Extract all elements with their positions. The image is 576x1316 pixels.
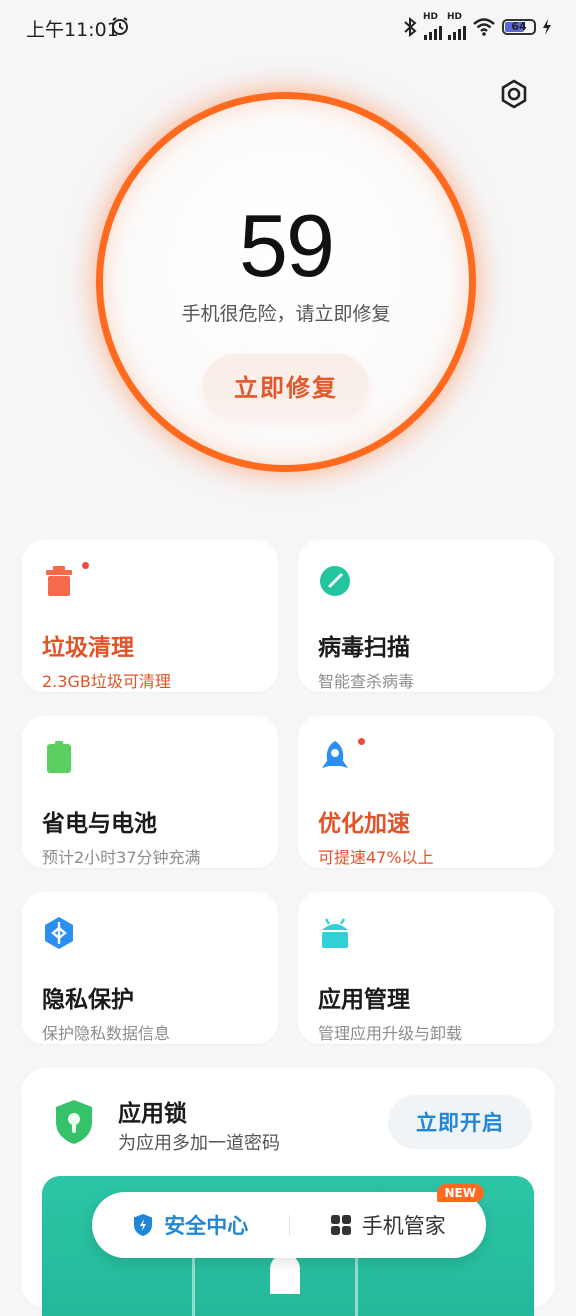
app-lock-subtitle: 为应用多加一道密码: [118, 1133, 280, 1154]
card-title: 垃圾清理: [42, 635, 134, 661]
tab-label: 安全中心: [164, 1214, 249, 1238]
score-message: 手机很危险，请立即修复: [181, 303, 391, 325]
card-subtitle: 管理应用升级与卸载: [318, 1024, 463, 1043]
card-junk-cleanup[interactable]: 垃圾清理 2.3GB垃圾可清理: [22, 540, 278, 692]
signal-2-icon: HD: [447, 12, 466, 40]
card-speed-up[interactable]: 优化加速 可提速47%以上: [298, 716, 554, 868]
alarm-icon: [112, 17, 128, 35]
card-subtitle: 保护隐私数据信息: [42, 1024, 171, 1043]
signal-1-icon: HD: [423, 12, 442, 40]
charging-bolt-icon: [543, 19, 551, 35]
battery-indicator: 64: [502, 19, 536, 35]
notification-dot: [358, 738, 365, 745]
grid-apps-icon: [330, 1215, 351, 1235]
android-icon: [322, 918, 348, 948]
card-battery[interactable]: 省电与电池 预计2小时37分钟充满: [22, 716, 278, 868]
card-title: 病毒扫描: [318, 635, 410, 661]
card-privacy[interactable]: 隐私保护 保护隐私数据信息: [22, 892, 278, 1044]
shield-bolt-icon: [134, 1214, 153, 1236]
card-app-management[interactable]: 应用管理 管理应用升级与卸载: [298, 892, 554, 1044]
security-score-ring: 59 手机很危险，请立即修复 立即修复: [96, 92, 476, 472]
card-subtitle: 智能查杀病毒: [318, 672, 415, 691]
wifi-icon: [473, 18, 495, 36]
card-title: 隐私保护: [42, 987, 134, 1013]
status-time: 上午11:01: [26, 19, 119, 41]
status-icons: HD HD 64: [402, 12, 552, 40]
tab-label: 手机管家: [361, 1214, 446, 1238]
enable-app-lock-button[interactable]: 立即开启: [388, 1095, 532, 1149]
card-subtitle: 预计2小时37分钟充满: [42, 848, 201, 867]
card-title: 优化加速: [318, 811, 410, 837]
new-badge: NEW: [436, 1184, 484, 1202]
tab-security-center[interactable]: 安全中心: [92, 1192, 289, 1258]
card-subtitle: 2.3GB垃圾可清理: [42, 672, 171, 691]
card-title: 应用管理: [318, 987, 410, 1013]
trash-icon: [46, 566, 72, 596]
privacy-shield-icon: [45, 917, 73, 949]
lock-shield-icon: [56, 1100, 92, 1144]
security-score: 59: [239, 196, 335, 295]
battery-icon: [47, 741, 71, 773]
card-title: 省电与电池: [42, 811, 157, 837]
notification-dot: [82, 562, 89, 569]
status-bar: 上午11:01 HD HD 64: [0, 0, 576, 56]
app-lock-title: 应用锁: [118, 1101, 187, 1127]
banner-decoration: [270, 1254, 300, 1294]
card-subtitle: 可提速47%以上: [318, 848, 434, 867]
radar-icon: [320, 566, 350, 596]
card-virus-scan[interactable]: 病毒扫描 智能查杀病毒: [298, 540, 554, 692]
gear-icon[interactable]: [498, 78, 530, 110]
bluetooth-icon: [404, 17, 417, 37]
bottom-tab-bar: 安全中心 手机管家 NEW: [92, 1184, 486, 1258]
rocket-icon: [322, 741, 348, 768]
fix-now-button[interactable]: 立即修复: [203, 354, 369, 416]
